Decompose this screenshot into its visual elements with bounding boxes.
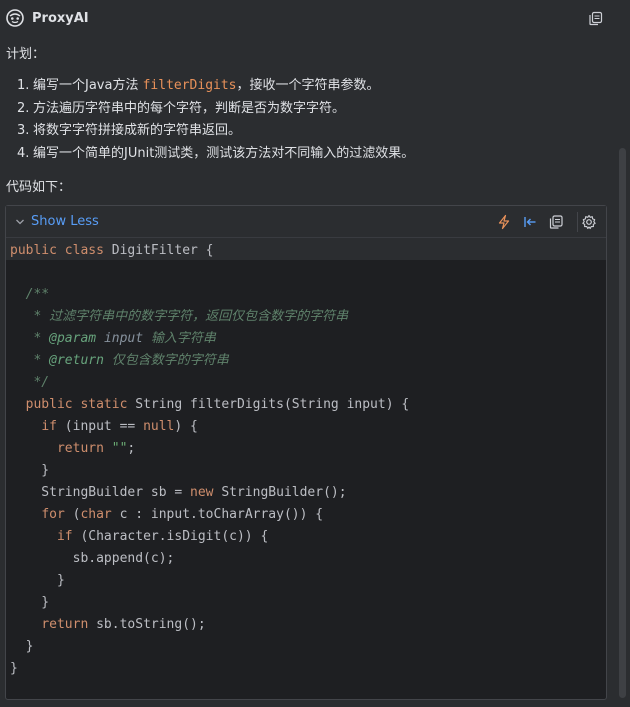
code-line: } [10, 463, 50, 478]
show-less-button[interactable]: Show Less [31, 214, 99, 229]
code-line: if (input == null) { [41, 419, 198, 434]
list-item: 4. 编写一个简单的JUnit测试类，测试该方法对不同输入的过滤效果。 [17, 146, 415, 162]
copy-icon[interactable] [588, 11, 603, 26]
scrollbar-thumb[interactable] [619, 148, 626, 698]
code-block-toolbar: Show Less [6, 206, 606, 238]
app-title: ProxyAI [32, 11, 89, 26]
code-line: for (char c : input.toCharArray()) { [41, 507, 324, 522]
code-intro-label: 代码如下： [6, 180, 72, 195]
code-line: if (Character.isDigit(c)) { [56, 529, 269, 544]
chat-header: ProxyAI [0, 0, 630, 36]
chevron-down-icon[interactable] [15, 217, 25, 227]
copy-code-icon[interactable] [548, 214, 564, 230]
code-line: * @param input 输入字符串 [10, 331, 216, 346]
plan-label: 计划： [6, 47, 46, 62]
code-line: return ""; [56, 441, 136, 456]
code-line: } [10, 573, 65, 588]
code-line: } [10, 639, 34, 654]
insert-left-icon[interactable] [522, 214, 538, 230]
list-item: 1. 编写一个Java方法 filterDigits，接收一个字符串参数。 [17, 78, 380, 93]
code-line: } [10, 595, 50, 610]
lightning-icon[interactable] [496, 214, 512, 230]
code-content[interactable]: public class DigitFilter { /** * 过滤字符串中的… [10, 240, 409, 680]
code-line: public class DigitFilter { [10, 243, 214, 258]
inline-code: filterDigits [142, 78, 237, 93]
code-block: Show Less public class DigitFilter { /**… [5, 205, 607, 700]
code-line: /** [10, 287, 50, 302]
settings-icon[interactable] [581, 214, 597, 230]
code-line: public static String filterDigits(String… [25, 397, 410, 412]
code-line: return sb.toString(); [41, 617, 206, 632]
toolbar-divider [577, 212, 578, 232]
code-line: * @return 仅包含数字的字符串 [10, 353, 229, 368]
code-line: sb.append(c); [10, 551, 175, 566]
code-line: StringBuilder sb = new StringBuilder(); [10, 485, 347, 500]
code-line: * 过滤字符串中的数字字符，返回仅包含数字的字符串 [10, 309, 349, 324]
list-item: 2. 方法遍历字符串中的每个字符，判断是否为数字字符。 [17, 100, 346, 116]
list-item: 3. 将数字字符拼接成新的字符串返回。 [17, 123, 242, 139]
proxyai-logo-icon [6, 9, 24, 27]
code-line: */ [10, 375, 50, 390]
plan-steps-list: 1. 编写一个Java方法 filterDigits，接收一个字符串参数。 2. 方… [17, 77, 414, 168]
code-line: } [10, 661, 18, 676]
